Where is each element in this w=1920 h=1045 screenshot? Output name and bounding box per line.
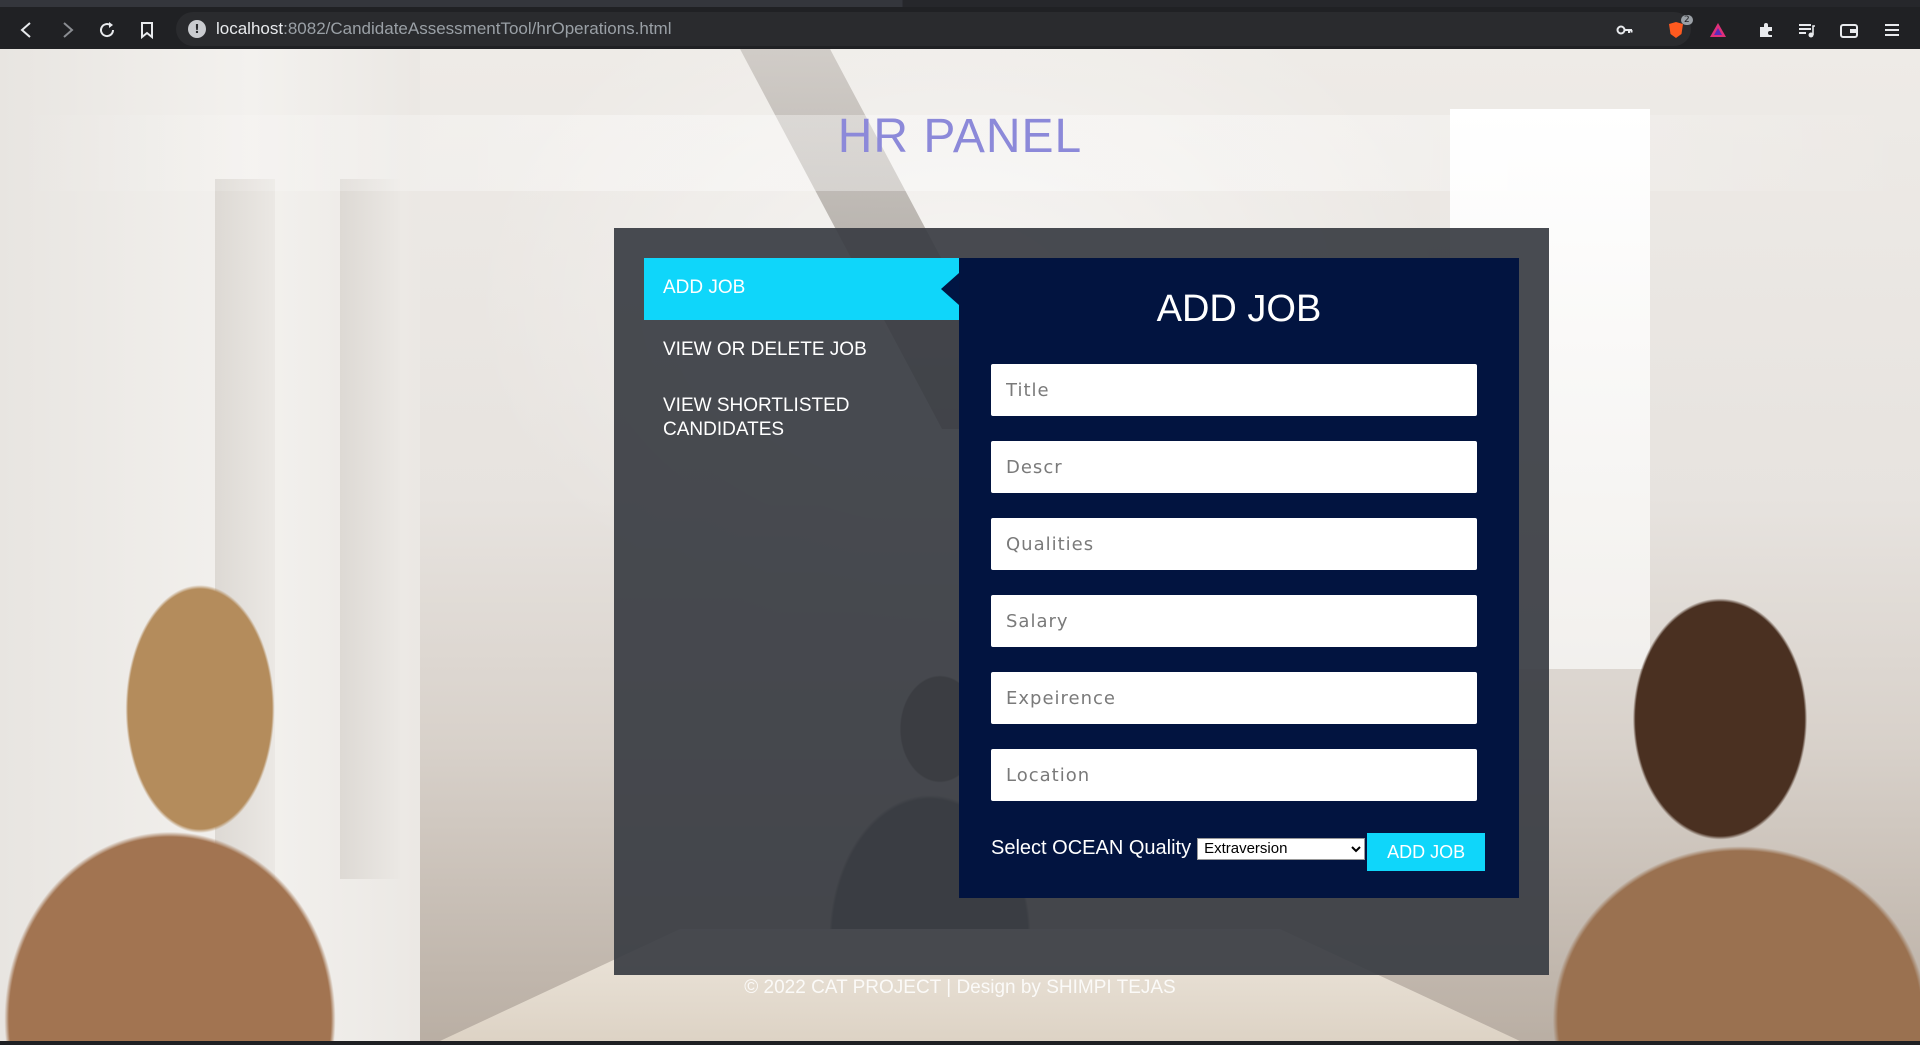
back-arrow-icon[interactable] xyxy=(14,17,40,43)
menu-item-add-job[interactable]: ADD JOB xyxy=(644,258,959,320)
side-menu: ADD JOB VIEW OR DELETE JOB VIEW SHORTLIS… xyxy=(644,258,959,456)
ocean-quality-label: Select OCEAN Quality xyxy=(991,837,1192,859)
wallet-icon[interactable] xyxy=(1836,17,1862,43)
background-person xyxy=(0,549,420,1045)
hr-panel: ADD JOB VIEW OR DELETE JOB VIEW SHORTLIS… xyxy=(614,228,1549,975)
form-title: ADD JOB xyxy=(1156,288,1322,330)
site-info-icon[interactable]: ! xyxy=(188,20,206,38)
url-host: localhost xyxy=(216,19,284,38)
reload-icon[interactable] xyxy=(94,17,120,43)
experience-input[interactable] xyxy=(991,672,1477,724)
brave-shield-icon[interactable]: 2 xyxy=(1663,15,1693,43)
forward-arrow-icon[interactable] xyxy=(54,17,80,43)
key-icon[interactable] xyxy=(1612,17,1638,43)
url-text[interactable]: localhost:8082/CandidateAssessmentTool/h… xyxy=(216,19,672,39)
footer-credit: © 2022 CAT PROJECT | Design by SHIMPI TE… xyxy=(744,977,1176,998)
page-viewport: HR PANEL ADD JOB VIEW OR DELETE JOB VIEW… xyxy=(0,49,1920,1045)
window-bottom-edge xyxy=(0,1041,1920,1045)
playlist-icon[interactable] xyxy=(1794,17,1820,43)
descr-input[interactable] xyxy=(991,441,1477,493)
ocean-quality-select[interactable]: Extraversion xyxy=(1197,837,1366,860)
puzzle-icon[interactable] xyxy=(1753,17,1779,43)
shield-badge: 2 xyxy=(1681,15,1693,25)
qualities-input[interactable] xyxy=(991,518,1477,570)
browser-toolbar: ! localhost:8082/CandidateAssessmentTool… xyxy=(0,0,1920,49)
hamburger-menu-icon[interactable] xyxy=(1879,17,1905,43)
add-job-form: ADD JOB Select OCEAN Quality Extraversio… xyxy=(959,258,1519,898)
title-input[interactable] xyxy=(991,364,1477,416)
add-job-button[interactable]: ADD JOB xyxy=(1367,833,1486,871)
menu-item-view-or-delete-job[interactable]: VIEW OR DELETE JOB xyxy=(644,320,959,376)
bookmark-icon[interactable] xyxy=(134,17,160,43)
url-path: :8082/CandidateAssessmentTool/hrOperatio… xyxy=(283,19,672,38)
location-input[interactable] xyxy=(991,749,1477,801)
salary-input[interactable] xyxy=(991,595,1477,647)
brave-rewards-icon[interactable] xyxy=(1705,17,1731,43)
ocean-quality-row: Select OCEAN Quality Extraversion ADD JO… xyxy=(991,826,1486,871)
page-title: HR PANEL xyxy=(837,110,1083,163)
address-bar[interactable]: ! localhost:8082/CandidateAssessmentTool… xyxy=(176,12,1691,46)
menu-item-view-shortlisted-candidates[interactable]: VIEW SHORTLISTED CANDIDATES xyxy=(644,376,874,456)
tab-strip xyxy=(0,0,1920,7)
